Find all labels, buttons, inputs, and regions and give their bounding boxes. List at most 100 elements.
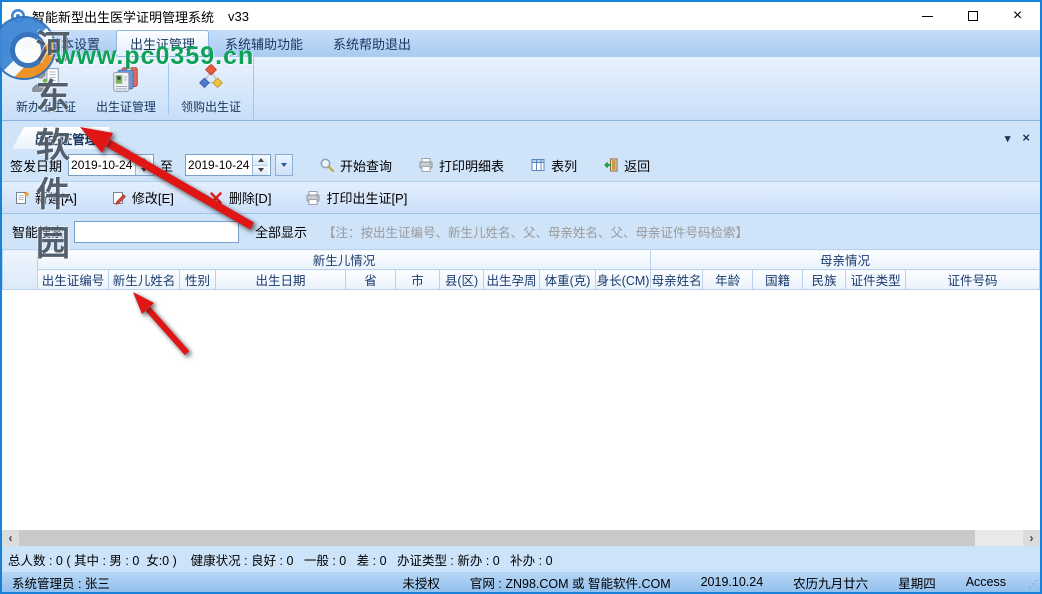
column-group-mother[interactable]: 母亲情况 — [651, 250, 1040, 270]
scroll-right-button[interactable]: › — [1023, 530, 1040, 546]
minimize-button[interactable] — [905, 2, 950, 30]
column-header-province[interactable]: 省 — [346, 270, 396, 290]
scrollbar-thumb[interactable] — [19, 530, 975, 546]
column-header-length[interactable]: 身长(CM) — [596, 270, 651, 290]
tab-bar: 出生证管理 ▾ × — [2, 125, 1040, 149]
resize-grip[interactable]: ⋰ — [1028, 579, 1038, 590]
query-button[interactable]: 开始查询 — [319, 156, 392, 175]
column-header-id-type[interactable]: 证件类型 — [846, 270, 906, 290]
edit-icon — [111, 190, 127, 206]
column-header-ethnicity[interactable]: 民族 — [803, 270, 846, 290]
window-controls: × — [905, 2, 1040, 30]
search-input[interactable] — [74, 221, 239, 243]
triangle-down-icon — [258, 168, 264, 172]
actions-toolbar: 新建[A] 修改[E] 删除[D] — [2, 181, 1040, 214]
date-from-field[interactable] — [68, 154, 154, 176]
horizontal-scrollbar[interactable]: ‹ › — [2, 530, 1040, 546]
smart-search-label: 智能搜索 — [12, 222, 64, 241]
column-header-cert-no[interactable]: 出生证编号 — [38, 270, 109, 290]
status-bar: 系统管理员 : 张三 未授权 官网 : ZN98.COM 或 智能软件.COM … — [2, 572, 1040, 592]
print-detail-label: 打印明细表 — [439, 156, 504, 175]
summary-text: 总人数 : 0 ( 其中 : 男 : 0 女:0 ) 健康状况 : 良好 : 0… — [8, 550, 553, 569]
date-to-input[interactable] — [186, 155, 252, 175]
date-dropdown-button[interactable] — [275, 154, 293, 176]
filter-row: 签发日期 至 — [2, 149, 1040, 181]
to-label: 至 — [160, 156, 173, 175]
app-window: 智能新型出生医学证明管理系统 v33 × 系统基本设置 出生证管理 系统辅助功能… — [0, 0, 1042, 594]
triangle-up-icon — [141, 158, 147, 162]
show-all-button[interactable]: 全部显示 — [255, 222, 307, 241]
status-license: 未授权 — [402, 573, 440, 592]
back-button[interactable]: 返回 — [603, 156, 650, 175]
column-header-id-number[interactable]: 证件号码 — [906, 270, 1040, 290]
scroll-left-button[interactable]: ‹ — [2, 530, 19, 546]
column-header-city[interactable]: 市 — [396, 270, 440, 290]
print-cert-label: 打印出生证[P] — [326, 188, 407, 207]
tab-label: 出生证管理 — [35, 129, 98, 148]
tab-cert-management[interactable]: 出生证管理 — [12, 127, 112, 149]
menu-item-cert-management[interactable]: 出生证管理 — [116, 30, 209, 57]
search-note: 【注：按出生证编号、新生儿姓名、父、母亲姓名、父、母亲证件号码检索】 — [323, 222, 748, 241]
date-from-input[interactable] — [69, 155, 135, 175]
purchase-cert-button[interactable]: 领购出生证 — [171, 60, 251, 118]
columns-label: 表列 — [551, 156, 577, 175]
table-columns-icon — [530, 157, 546, 173]
column-header-gender[interactable]: 性别 — [180, 270, 216, 290]
status-website: 官网 : ZN98.COM 或 智能软件.COM — [470, 573, 671, 592]
printer-icon — [305, 190, 321, 206]
close-button[interactable]: × — [995, 2, 1040, 30]
spin-up-button[interactable] — [136, 155, 151, 166]
print-detail-button[interactable]: 打印明细表 — [418, 156, 504, 175]
date-to-spinner — [252, 155, 268, 175]
group-header-row: 新生儿情况 母亲情况 — [3, 250, 1040, 270]
status-weekday: 星期四 — [898, 573, 936, 592]
column-header-birth-date[interactable]: 出生日期 — [216, 270, 346, 290]
new-document-icon — [14, 190, 30, 206]
new-cert-button[interactable]: 新办出生证 — [6, 60, 86, 118]
spin-down-button[interactable] — [136, 166, 151, 176]
menu-item-auxiliary[interactable]: 系统辅助功能 — [211, 30, 317, 57]
cert-management-label: 出生证管理 — [96, 98, 156, 115]
app-icon — [10, 8, 26, 24]
column-group-newborn[interactable]: 新生儿情况 — [38, 250, 651, 270]
date-to-field[interactable] — [185, 154, 271, 176]
edit-record-button[interactable]: 修改[E] — [111, 188, 174, 207]
status-lunar-date: 农历九月廿六 — [793, 573, 868, 592]
delete-record-label: 删除[D] — [229, 188, 272, 207]
tabbar-icons: ▾ × — [1005, 132, 1030, 145]
summary-bar: 总人数 : 0 ( 其中 : 男 : 0 女:0 ) 健康状况 : 良好 : 0… — [2, 546, 1040, 572]
print-cert-button[interactable]: 打印出生证[P] — [305, 188, 407, 207]
column-header-county[interactable]: 县(区) — [440, 270, 484, 290]
edit-record-label: 修改[E] — [132, 188, 174, 207]
window-title: 智能新型出生医学证明管理系统 — [32, 7, 214, 26]
cert-management-button[interactable]: 出生证管理 — [86, 60, 166, 118]
chevron-down-icon[interactable]: ▾ — [1005, 132, 1011, 145]
columns-button[interactable]: 表列 — [530, 156, 577, 175]
window-version: v33 — [228, 9, 249, 24]
new-record-button[interactable]: 新建[A] — [14, 188, 77, 207]
menu-item-help-exit[interactable]: 系统帮助退出 — [319, 30, 425, 57]
column-header-nationality[interactable]: 国籍 — [753, 270, 803, 290]
row-indicator-header[interactable] — [3, 250, 38, 290]
tab-close-icon[interactable]: × — [1022, 132, 1030, 145]
triangle-down-icon — [281, 163, 287, 167]
scrollbar-track[interactable] — [975, 530, 1023, 546]
spin-down-button[interactable] — [253, 166, 268, 176]
new-record-label: 新建[A] — [35, 188, 77, 207]
maximize-button[interactable] — [950, 2, 995, 30]
spin-up-button[interactable] — [253, 155, 268, 166]
title-bar: 智能新型出生医学证明管理系统 v33 × — [2, 2, 1040, 30]
menu-item-system-settings[interactable]: 系统基本设置 — [8, 30, 114, 57]
column-header-newborn-name[interactable]: 新生儿姓名 — [109, 270, 180, 290]
diamonds-icon — [195, 63, 227, 95]
column-header-row: 出生证编号 新生儿姓名 性别 出生日期 省 市 县(区) 出生孕周 体重(克) … — [3, 270, 1040, 290]
purchase-cert-label: 领购出生证 — [181, 98, 241, 115]
column-header-gestation[interactable]: 出生孕周 — [484, 270, 540, 290]
grid-body[interactable] — [2, 290, 1040, 530]
column-header-weight[interactable]: 体重(克) — [540, 270, 596, 290]
column-header-mother-name[interactable]: 母亲姓名 — [651, 270, 703, 290]
close-icon: × — [1013, 8, 1022, 24]
status-admin: 系统管理员 : 张三 — [12, 573, 110, 592]
column-header-age[interactable]: 年龄 — [703, 270, 753, 290]
delete-record-button[interactable]: 删除[D] — [208, 188, 272, 207]
